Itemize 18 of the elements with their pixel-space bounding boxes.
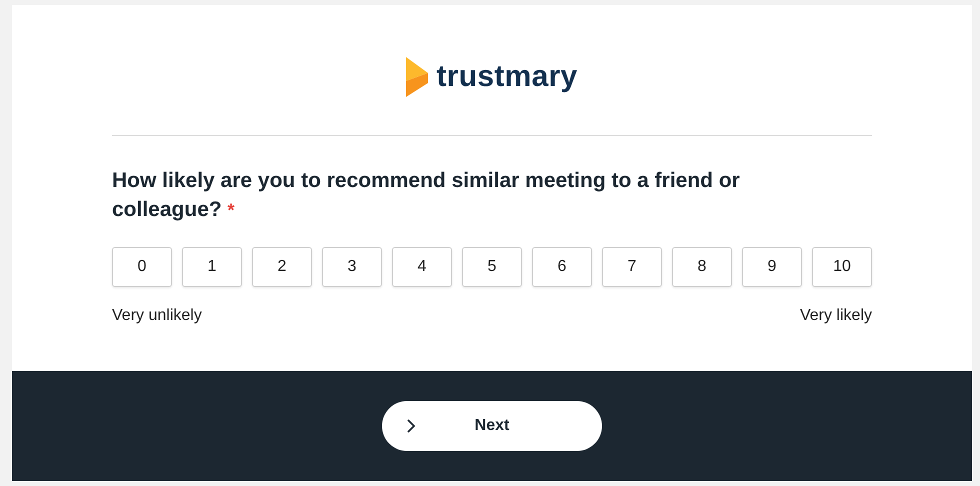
scale-option[interactable]: 8: [672, 247, 732, 287]
scale-option[interactable]: 0: [112, 247, 172, 287]
chevron-right-icon: [406, 419, 416, 433]
scale-option[interactable]: 7: [602, 247, 662, 287]
scale-option[interactable]: 1: [182, 247, 242, 287]
scale-option[interactable]: 3: [322, 247, 382, 287]
scale-high-label: Very likely: [800, 307, 872, 325]
question-text: How likely are you to recommend similar meeting to a friend or colleague? *: [112, 168, 741, 223]
next-button[interactable]: Next: [382, 401, 602, 451]
scale-option[interactable]: 9: [742, 247, 802, 287]
scale-option[interactable]: 10: [812, 247, 872, 287]
scale-option[interactable]: 2: [252, 247, 312, 287]
scale-option[interactable]: 4: [392, 247, 452, 287]
scale-low-label: Very unlikely: [112, 307, 202, 325]
logo-text: trustmary: [436, 59, 578, 95]
scale-option[interactable]: 6: [532, 247, 592, 287]
logo-icon: [406, 57, 428, 97]
scale-option[interactable]: 5: [462, 247, 522, 287]
